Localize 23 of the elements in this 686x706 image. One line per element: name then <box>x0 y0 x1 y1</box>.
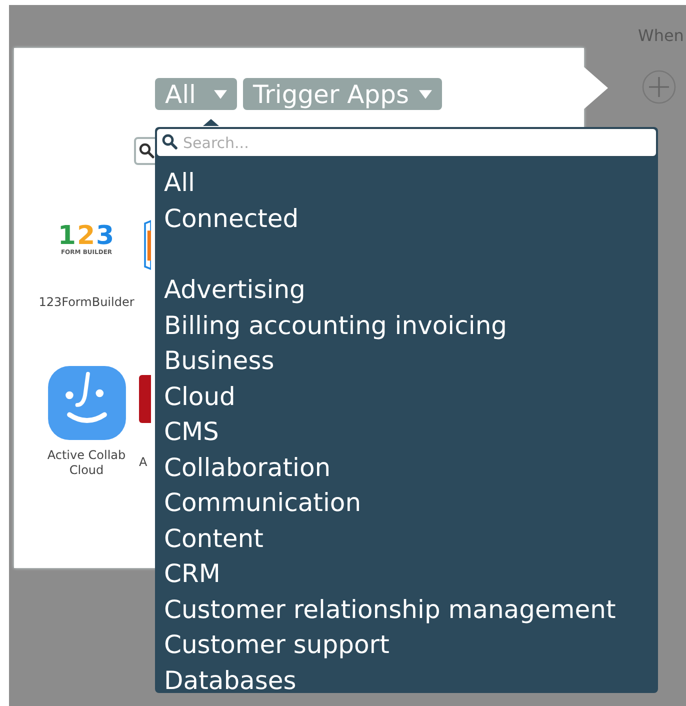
menu-item[interactable]: All <box>164 165 195 200</box>
menu-item[interactable]: CRM <box>164 556 220 592</box>
menu-item[interactable]: Customer relationship management <box>164 592 616 627</box>
app-name: 123FormBuilder <box>38 295 136 310</box>
caret-icon <box>419 90 432 98</box>
app-name: A <box>139 455 148 470</box>
menu-item[interactable]: Collaboration <box>164 450 331 485</box>
menu-item[interactable]: Customer support <box>164 627 390 662</box>
search-field[interactable]: Search... <box>156 128 657 157</box>
search-icon <box>139 143 155 159</box>
search-icon <box>162 134 178 150</box>
menu-item[interactable]: Databases <box>164 662 296 698</box>
caret-icon <box>214 90 227 98</box>
menu-item[interactable]: Communication <box>164 485 362 520</box>
menu-item[interactable]: Cloud <box>164 378 236 414</box>
smiley-face-icon <box>48 366 126 440</box>
menu-item[interactable]: CMS <box>164 414 219 450</box>
menu-item[interactable]: Billing accounting invoicing <box>164 308 508 343</box>
menu-item[interactable]: Content <box>164 520 264 556</box>
menu-item[interactable]: Business <box>164 343 274 378</box>
menu-item[interactable]: Advertising <box>164 272 306 308</box>
app-name: Active Collab Cloud <box>46 448 127 478</box>
menu-item[interactable]: Connected <box>164 200 299 236</box>
